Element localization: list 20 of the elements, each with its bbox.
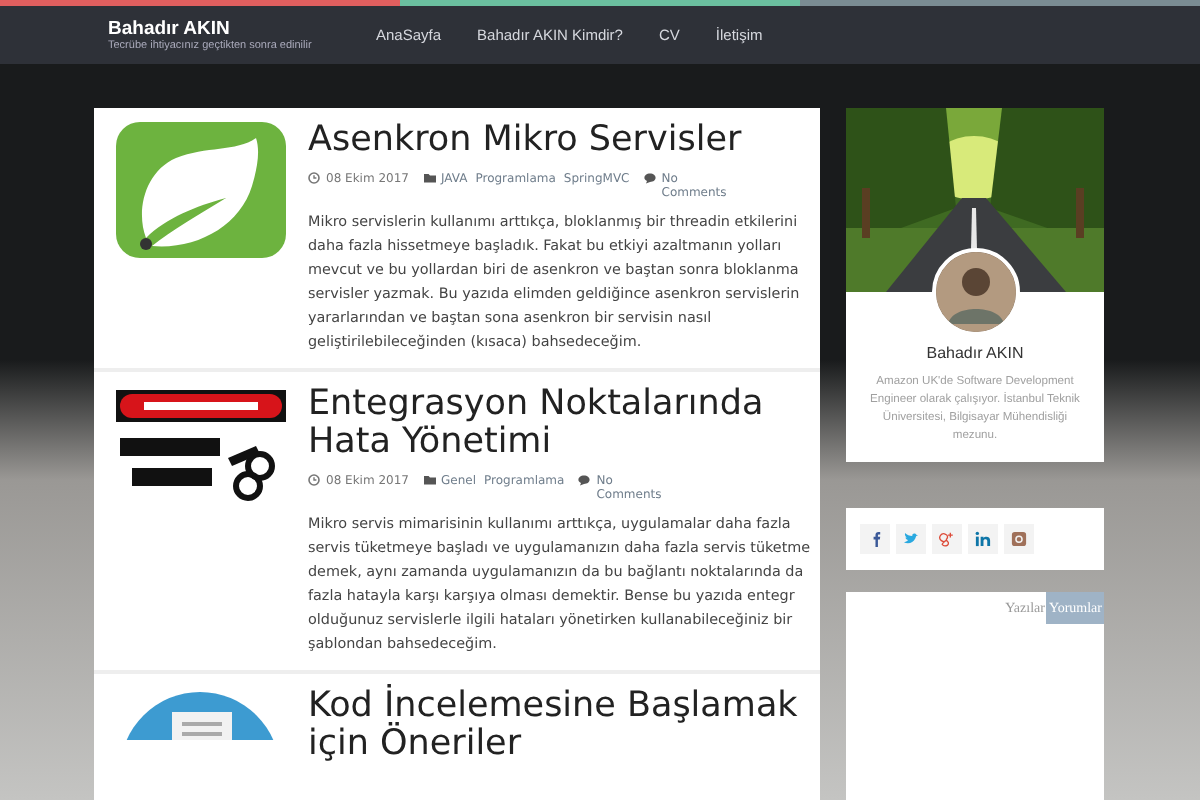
comment-icon: [643, 172, 656, 185]
post-title[interactable]: Asenkron Mikro Servisler: [308, 122, 812, 162]
clock-icon: [308, 172, 320, 185]
camera-icon: [1010, 530, 1028, 548]
twitter-icon: [902, 530, 920, 548]
leaf-logo-icon: [116, 122, 286, 258]
comment-icon: [578, 474, 591, 487]
social-button[interactable]: [1004, 524, 1034, 554]
post-title[interactable]: Kod İncelemesine Başlamak için Öneriler: [308, 687, 812, 766]
folder-icon: [423, 474, 435, 487]
site-title[interactable]: Bahadır AKIN: [108, 18, 332, 40]
google-plus-icon: [938, 530, 956, 548]
social-button[interactable]: [860, 524, 890, 554]
social-button[interactable]: [968, 524, 998, 554]
clock-icon: [308, 474, 320, 487]
folder-icon: [423, 172, 435, 185]
linkedin-icon: [974, 530, 992, 548]
profile-name: Bahadır AKIN: [926, 344, 1024, 362]
post-title[interactable]: Entegrasyon Noktalarında Hata Yönetimi: [308, 385, 812, 464]
social-button[interactable]: [932, 524, 962, 554]
